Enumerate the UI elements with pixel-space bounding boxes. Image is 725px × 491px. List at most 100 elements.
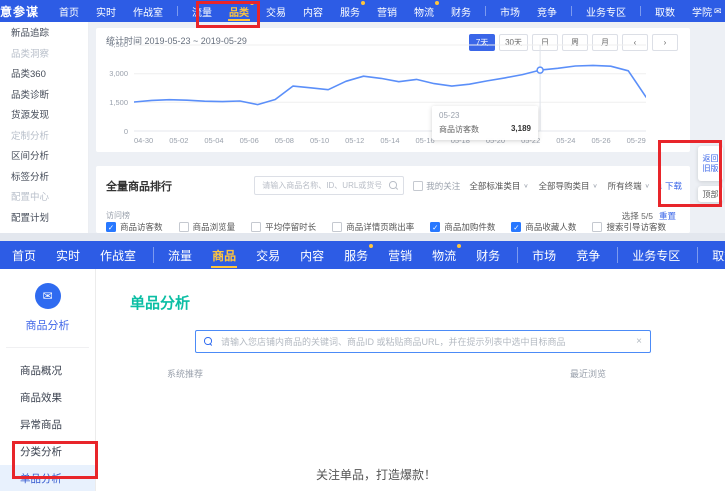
app-logo: 生意参谋 <box>0 3 39 20</box>
metric-checkbox[interactable]: 商品收藏人数 <box>511 221 576 233</box>
sidebar-item[interactable]: 定制分析 <box>0 125 88 146</box>
nav-tab[interactable]: 物流 <box>412 0 436 22</box>
metric-checkbox[interactable]: 商品加购件数 <box>430 221 495 233</box>
metric-label: 商品加购件数 <box>444 221 495 233</box>
sidebar-item-label: 货源发现 <box>11 107 49 121</box>
sidebar-item[interactable]: 单品分析 <box>0 465 95 491</box>
product-thumbnail[interactable] <box>578 380 615 417</box>
product-search-input[interactable] <box>260 180 389 191</box>
visit-rank-tab[interactable]: 访问榜 <box>106 210 130 221</box>
nav-tab-label: 实时 <box>56 247 80 264</box>
page-title: 单品分析 <box>130 292 190 313</box>
product-thumbnail[interactable] <box>208 380 245 417</box>
nav-tab[interactable]: 竞争 <box>535 0 559 22</box>
sidebar-item-label: 分类分析 <box>20 444 62 459</box>
nav-tab[interactable]: 业务专区 <box>584 0 628 22</box>
sidebar-item[interactable]: 品类360 <box>0 63 88 84</box>
x-tick-label: 05-08 <box>275 136 294 145</box>
clear-icon[interactable]: × <box>636 336 642 347</box>
checkbox-icon <box>251 222 261 232</box>
filter-dropdown[interactable]: 全部标准类目∨ <box>469 180 528 192</box>
download-link[interactable]: ↓下载 <box>659 180 682 192</box>
sidebar-item[interactable]: 配置中心 <box>0 186 88 207</box>
nav-tab-label: 业务专区 <box>632 247 680 264</box>
sidebar-item[interactable]: 标签分析 <box>0 166 88 187</box>
nav-tab[interactable]: 市场 <box>498 0 522 22</box>
ranking-title: 全量商品排行 <box>106 178 172 194</box>
nav-tab[interactable]: 首页 <box>10 241 38 269</box>
system-recommend-label: 系统推荐 <box>167 367 203 380</box>
search-icon[interactable] <box>389 181 398 190</box>
nav-tab[interactable]: 作战室 <box>98 241 138 269</box>
product-keyword-input[interactable] <box>219 336 636 348</box>
metric-label: 商品详情页跳出率 <box>346 221 414 233</box>
nav-tab[interactable]: 实时 <box>54 241 82 269</box>
sidebar-item[interactable]: 商品概况 <box>0 357 95 384</box>
nav-tab[interactable]: 竞争 <box>574 241 602 269</box>
visitor-line-chart[interactable] <box>134 44 646 132</box>
nav-tab[interactable]: 流量 <box>166 241 194 269</box>
nav-tab[interactable]: 品类 <box>227 0 251 22</box>
nav-tab-label: 取数 <box>655 4 675 19</box>
nav-tab[interactable]: 首页 <box>57 0 81 22</box>
nav-tab[interactable]: 财务 <box>449 0 473 22</box>
sidebar-item[interactable]: 品类诊断 <box>0 84 88 105</box>
nav-tab[interactable]: 作战室 <box>131 0 165 22</box>
back-to-top-button[interactable]: 顶部 <box>698 186 723 202</box>
sidebar-item[interactable]: 商品效果 <box>0 384 95 411</box>
reset-link[interactable]: 重置 <box>659 210 676 222</box>
product-keyword-search-box[interactable]: × <box>195 330 651 353</box>
nav-tab[interactable]: 学院 <box>690 0 714 22</box>
nav-tab[interactable]: 实时 <box>94 0 118 22</box>
nav-tab[interactable]: 服务 <box>338 0 362 22</box>
nav-tab[interactable]: 服务 <box>342 241 370 269</box>
nav-tab[interactable]: 物流 <box>430 241 458 269</box>
nav-tab[interactable]: 营销 <box>375 0 399 22</box>
filter-dropdown[interactable]: 所有终端∨ <box>608 180 650 192</box>
sidebar-item-label: 定制分析 <box>11 128 49 142</box>
filter-dropdown-value: 所有终端 <box>608 180 642 192</box>
nav-tab-label: 作战室 <box>133 4 163 19</box>
nav-tab[interactable]: 市场 <box>530 241 558 269</box>
my-focus-checkbox[interactable]: 我的关注 <box>413 180 460 192</box>
sidebar-item-label: 品类360 <box>11 66 46 80</box>
sidebar-item[interactable]: 配置计划 <box>0 207 88 228</box>
metric-checkbox[interactable]: 搜索引导访客数 <box>592 221 666 233</box>
nav-tab[interactable]: 内容 <box>301 0 325 22</box>
nav-tab[interactable]: 内容 <box>298 241 326 269</box>
back-to-old-version-button[interactable]: 返回 旧版 <box>698 146 723 181</box>
x-axis-labels: 04-3005-0205-0405-0605-0805-1005-1205-14… <box>134 136 646 145</box>
filter-dropdown[interactable]: 全部导购类目∨ <box>538 180 597 192</box>
metric-checkbox[interactable]: 商品详情页跳出率 <box>332 221 414 233</box>
nav-tab[interactable]: 业务专区 <box>630 241 682 269</box>
product-search-box[interactable] <box>254 176 404 195</box>
nav-tab[interactable]: 营销 <box>386 241 414 269</box>
single-product-analysis-main: 单品分析 × 系统推荐 最近浏览 关注单品，打造爆款！ <box>96 269 725 491</box>
metric-label: 商品收藏人数 <box>525 221 576 233</box>
nav-tab[interactable]: 交易 <box>264 0 288 22</box>
sidebar-item[interactable]: 品类洞察 <box>0 43 88 64</box>
range-button[interactable]: › <box>652 34 678 51</box>
nav-tab-label: 作战室 <box>100 247 136 264</box>
nav-tab[interactable]: 交易 <box>254 241 282 269</box>
sidebar-item[interactable]: 分类分析 <box>0 438 95 465</box>
metric-checkbox[interactable]: 商品浏览量 <box>179 221 236 233</box>
product-thumbnail[interactable] <box>537 380 574 417</box>
sidebar-item[interactable]: 异常商品 <box>0 411 95 438</box>
nav-tab[interactable]: 取数 <box>653 0 677 22</box>
sidebar-item-label: 异常商品 <box>20 417 62 432</box>
product-thumbnail[interactable] <box>249 380 286 417</box>
checkbox-icon <box>413 181 423 191</box>
nav-tab[interactable]: 商品 <box>210 241 238 269</box>
nav-tab[interactable]: 取数 <box>710 241 725 269</box>
nav-tab[interactable]: 财务 <box>474 241 502 269</box>
sidebar-item[interactable]: 区间分析 <box>0 145 88 166</box>
sidebar-item[interactable]: 新品追踪 <box>0 22 88 43</box>
metric-checkbox[interactable]: 商品访客数 <box>106 221 163 233</box>
nav-tab[interactable]: 流量 <box>190 0 214 22</box>
metric-checkbox[interactable]: 平均停留时长 <box>251 221 316 233</box>
metric-checkboxes: 商品访客数 商品浏览量 平均停留时长 商品详情页跳出率 <box>106 221 666 233</box>
recently-viewed-label: 最近浏览 <box>570 367 606 380</box>
sidebar-item[interactable]: 货源发现 <box>0 104 88 125</box>
product-thumbnail[interactable] <box>167 380 204 417</box>
